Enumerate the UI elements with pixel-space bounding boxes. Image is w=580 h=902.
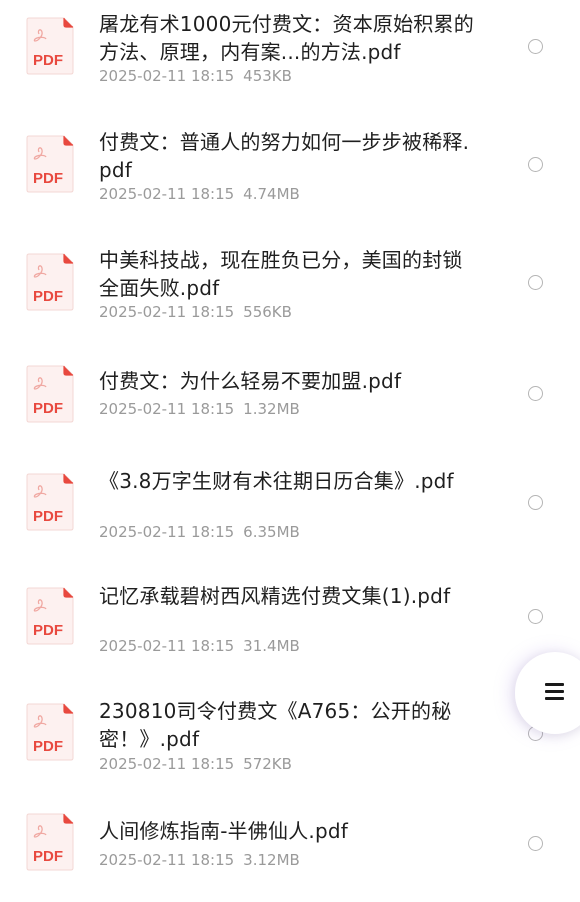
file-size: 453KB [243, 67, 292, 85]
pdf-badge-label: PDF [33, 288, 63, 305]
file-date: 2025-02-11 18:15 [99, 523, 235, 541]
select-radio[interactable] [528, 836, 543, 851]
file-meta: 2025-02-11 18:15 31.4MB [99, 637, 300, 655]
pdf-badge-label: PDF [33, 400, 63, 417]
file-size: 556KB [243, 303, 292, 321]
file-list: PDF 屠龙有术1000元付费文：资本原始积累的方法、原理，内有案...的方法.… [0, 0, 580, 871]
file-name: 人间修炼指南-半佛仙人.pdf [99, 819, 349, 843]
pdf-badge-label: PDF [33, 622, 63, 639]
file-name: 付费文：为什么轻易不要加盟.pdf [99, 369, 402, 393]
file-meta: 2025-02-11 18:15 4.74MB [99, 185, 300, 203]
file-name: 屠龙有术1000元付费文：资本原始积累的方法、原理，内有案...的方法.pdf [99, 12, 474, 64]
pdf-badge-label: PDF [33, 52, 63, 69]
hamburger-menu-icon [545, 682, 565, 702]
pdf-badge-label: PDF [33, 508, 63, 525]
file-meta: 2025-02-11 18:15 1.32MB [99, 400, 300, 418]
pdf-file-icon: PDF [26, 703, 74, 761]
select-radio[interactable] [528, 386, 543, 401]
file-size: 31.4MB [243, 637, 300, 655]
file-size: 1.32MB [243, 400, 300, 418]
file-name: 付费文：普通人的努力如何一步步被稀释.pdf [99, 130, 470, 182]
file-row[interactable]: PDF 记忆承载碧树西风精选付费文集(1).pdf 2025-02-11 18:… [0, 570, 580, 670]
file-name: 记忆承载碧树西风精选付费文集(1).pdf [99, 584, 451, 608]
file-size: 4.74MB [243, 185, 300, 203]
file-name: 230810司令付费文《A765：公开的秘密！》.pdf [99, 699, 452, 751]
file-meta: 2025-02-11 18:15 453KB [99, 67, 292, 85]
pdf-file-icon: PDF [26, 253, 74, 311]
file-row[interactable]: PDF 人间修炼指南-半佛仙人.pdf 2025-02-11 18:15 3.12… [0, 802, 580, 902]
pdf-badge-label: PDF [33, 848, 63, 865]
select-radio[interactable] [528, 275, 543, 290]
pdf-file-icon: PDF [26, 473, 74, 531]
select-radio[interactable] [528, 157, 543, 172]
pdf-file-icon: PDF [26, 135, 74, 193]
select-radio[interactable] [528, 609, 543, 624]
file-date: 2025-02-11 18:15 [99, 400, 235, 418]
pdf-file-icon: PDF [26, 813, 74, 871]
file-name: 《3.8万字生财有术往期日历合集》.pdf [99, 469, 454, 493]
pdf-file-icon: PDF [26, 17, 74, 75]
file-date: 2025-02-11 18:15 [99, 851, 235, 869]
file-row[interactable]: PDF 屠龙有术1000元付费文：资本原始积累的方法、原理，内有案...的方法.… [0, 0, 580, 100]
file-date: 2025-02-11 18:15 [99, 185, 235, 203]
pdf-badge-label: PDF [33, 170, 63, 187]
file-size: 572KB [243, 755, 292, 773]
select-radio[interactable] [528, 495, 543, 510]
file-meta: 2025-02-11 18:15 6.35MB [99, 523, 300, 541]
file-date: 2025-02-11 18:15 [99, 67, 235, 85]
file-row[interactable]: PDF 付费文：为什么轻易不要加盟.pdf 2025-02-11 18:15 1.… [0, 354, 580, 454]
file-meta: 2025-02-11 18:15 3.12MB [99, 851, 300, 869]
file-meta: 2025-02-11 18:15 556KB [99, 303, 292, 321]
file-meta: 2025-02-11 18:15 572KB [99, 755, 292, 773]
pdf-file-icon: PDF [26, 365, 74, 423]
file-row[interactable]: PDF 中美科技战，现在胜负已分，美国的封锁全面失败.pdf 2025-02-1… [0, 236, 580, 336]
file-row[interactable]: PDF 《3.8万字生财有术往期日历合集》.pdf 2025-02-11 18:… [0, 456, 580, 556]
file-row[interactable]: PDF 付费文：普通人的努力如何一步步被稀释.pdf 2025-02-11 18… [0, 118, 580, 218]
select-radio[interactable] [528, 39, 543, 54]
file-date: 2025-02-11 18:15 [99, 303, 235, 321]
file-row[interactable]: PDF 230810司令付费文《A765：公开的秘密！》.pdf 2025-02… [0, 686, 580, 786]
file-size: 3.12MB [243, 851, 300, 869]
pdf-file-icon: PDF [26, 587, 74, 645]
file-date: 2025-02-11 18:15 [99, 755, 235, 773]
file-date: 2025-02-11 18:15 [99, 637, 235, 655]
file-name: 中美科技战，现在胜负已分，美国的封锁全面失败.pdf [99, 248, 463, 300]
file-size: 6.35MB [243, 523, 300, 541]
pdf-badge-label: PDF [33, 738, 63, 755]
